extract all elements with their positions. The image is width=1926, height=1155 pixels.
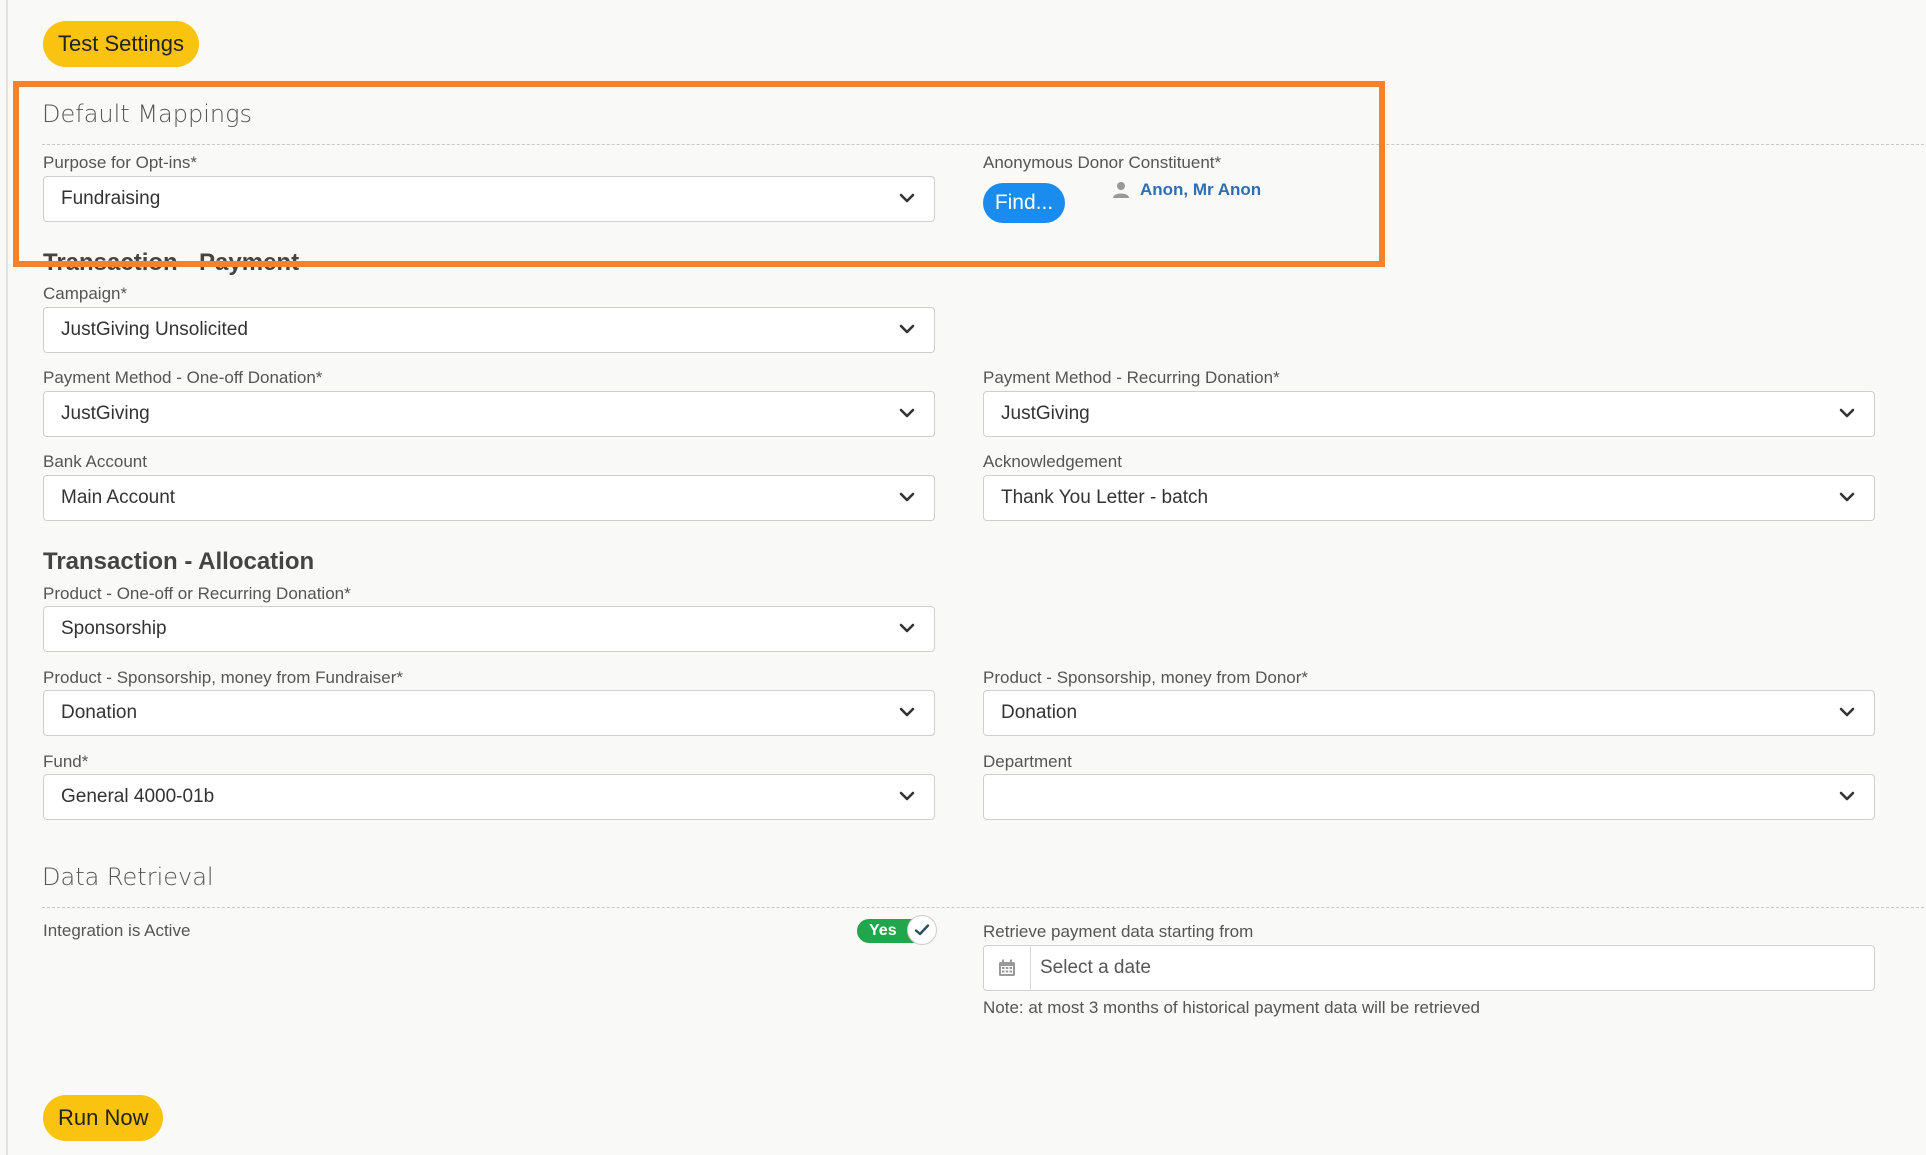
integration-active-toggle[interactable]: Yes — [857, 915, 939, 947]
anonymous-donor-link[interactable]: Anon, Mr Anon — [1112, 180, 1261, 200]
acknowledgement-label: Acknowledgement — [983, 452, 1122, 471]
purpose-opt-ins-value: Fundraising — [61, 188, 161, 209]
product-donor-value: Donation — [1001, 702, 1078, 723]
product-donation-label: Product - One-off or Recurring Donation* — [43, 584, 351, 603]
integration-active-label: Integration is Active — [43, 921, 191, 940]
default-mappings-title: Default Mappings — [42, 100, 252, 128]
payment-method-recurring-value: JustGiving — [1001, 403, 1090, 424]
chevron-down-icon — [899, 492, 915, 502]
chevron-down-icon — [1839, 791, 1855, 801]
department-label: Department — [983, 752, 1072, 771]
payment-method-oneoff-select[interactable]: JustGiving — [43, 391, 935, 437]
bank-account-label: Bank Account — [43, 452, 147, 471]
bank-account-select[interactable]: Main Account — [43, 475, 935, 521]
acknowledgement-select[interactable]: Thank You Letter - batch — [983, 475, 1875, 521]
retrieve-date-input[interactable] — [1040, 946, 1840, 990]
calendar-icon[interactable] — [984, 946, 1031, 990]
chevron-down-icon — [899, 623, 915, 633]
retrieve-date-label: Retrieve payment data starting from — [983, 922, 1254, 941]
toggle-knob — [907, 915, 937, 945]
campaign-value: JustGiving Unsolicited — [61, 319, 248, 340]
data-retrieval-title: Data Retrieval — [42, 863, 214, 891]
product-fundraiser-label: Product - Sponsorship, money from Fundra… — [43, 668, 403, 687]
chevron-down-icon — [899, 193, 915, 203]
check-icon — [914, 924, 930, 936]
transaction-payment-heading: Transaction - Payment — [43, 249, 300, 276]
run-now-button[interactable]: Run Now — [43, 1095, 164, 1141]
section-divider — [42, 907, 1924, 908]
payment-method-oneoff-value: JustGiving — [61, 403, 150, 424]
chevron-down-icon — [1839, 492, 1855, 502]
payment-method-recurring-label: Payment Method - Recurring Donation* — [983, 368, 1280, 387]
chevron-down-icon — [899, 324, 915, 334]
payment-method-recurring-select[interactable]: JustGiving — [983, 391, 1875, 437]
anonymous-donor-name: Anon, Mr Anon — [1140, 180, 1262, 199]
person-icon — [1113, 182, 1129, 198]
purpose-opt-ins-select[interactable]: Fundraising — [43, 176, 935, 222]
fund-label: Fund* — [43, 752, 89, 771]
product-donor-label: Product - Sponsorship, money from Donor* — [983, 668, 1309, 687]
section-divider — [42, 144, 1924, 145]
chevron-down-icon — [899, 707, 915, 717]
chevron-down-icon — [899, 791, 915, 801]
left-border — [6, 0, 8, 1155]
historical-data-note: Note: at most 3 months of historical pay… — [983, 998, 1481, 1017]
test-settings-button[interactable]: Test Settings — [43, 21, 199, 67]
department-select[interactable] — [983, 774, 1875, 820]
fund-value: General 4000-01b — [61, 786, 215, 807]
transaction-allocation-heading: Transaction - Allocation — [43, 548, 315, 575]
product-fundraiser-value: Donation — [61, 702, 138, 723]
purpose-opt-ins-label: Purpose for Opt-ins* — [43, 153, 198, 172]
campaign-select[interactable]: JustGiving Unsolicited — [43, 307, 935, 353]
acknowledgement-value: Thank You Letter - batch — [1001, 487, 1209, 508]
campaign-label: Campaign* — [43, 284, 128, 303]
product-donation-select[interactable]: Sponsorship — [43, 606, 935, 652]
chevron-down-icon — [899, 408, 915, 418]
fund-select[interactable]: General 4000-01b — [43, 774, 935, 820]
find-constituent-button[interactable]: Find... — [983, 183, 1065, 223]
toggle-yes-text: Yes — [869, 922, 897, 939]
retrieve-date-field[interactable] — [983, 945, 1875, 991]
anonymous-donor-label: Anonymous Donor Constituent* — [983, 153, 1222, 172]
chevron-down-icon — [1839, 408, 1855, 418]
product-donation-value: Sponsorship — [61, 618, 167, 639]
product-fundraiser-select[interactable]: Donation — [43, 690, 935, 736]
settings-page: Test Settings Default Mappings Purpose f… — [0, 0, 1926, 1155]
bank-account-value: Main Account — [61, 487, 176, 508]
payment-method-oneoff-label: Payment Method - One-off Donation* — [43, 368, 323, 387]
chevron-down-icon — [1839, 707, 1855, 717]
product-donor-select[interactable]: Donation — [983, 690, 1875, 736]
